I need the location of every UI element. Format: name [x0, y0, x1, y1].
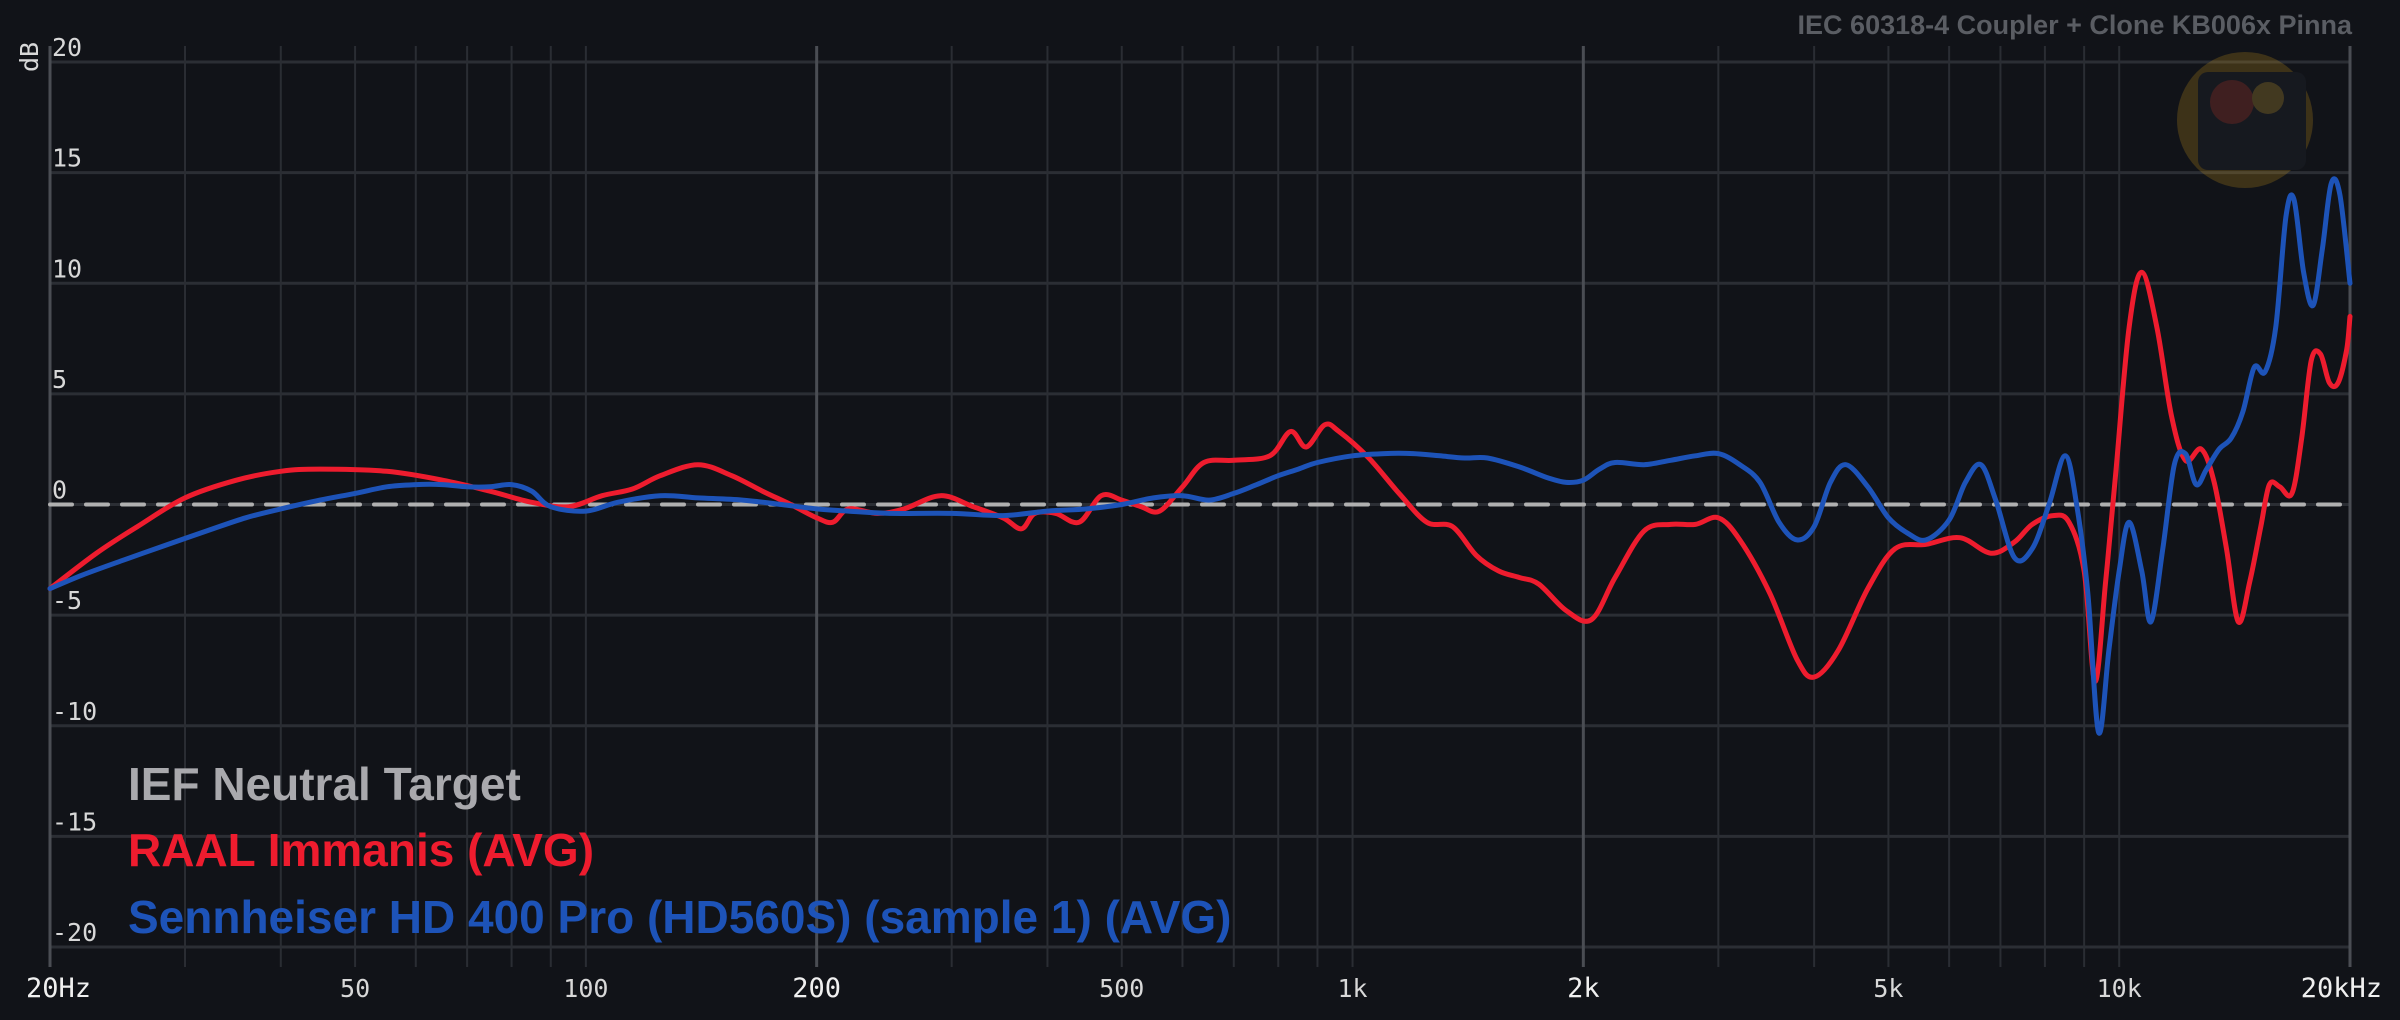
y-tick-label: 0: [52, 476, 67, 505]
chart-canvas: 20151050-5-10-15-20 20Hz 50 100 200 500 1k 2k 5…: [15, 10, 2382, 1004]
y-tick-label: -10: [52, 697, 97, 726]
x-tick-label: 5k: [1873, 974, 1903, 1003]
legend-item-raal: RAAL Immanis (AVG): [128, 824, 594, 876]
y-axis-ticks: 20 15 10 5 0 -5 -10 -15 -20: [52, 33, 97, 947]
y-tick-label: -20: [52, 918, 97, 947]
raal-immanis-line: [47, 269, 2353, 685]
y-tick-label: -5: [52, 586, 82, 615]
x-tick-label: 1k: [1337, 974, 1367, 1003]
y-tick-label: 15: [52, 144, 82, 173]
legend-item-target: IEF Neutral Target: [128, 758, 521, 810]
x-tick-label: 2k: [1567, 973, 1600, 1004]
y-axis-label: dB: [15, 42, 44, 72]
legend: IEF Neutral Target RAAL Immanis (AVG) Se…: [128, 758, 1231, 943]
x-tick-label: 500: [1099, 974, 1144, 1003]
x-axis-ticks: 20Hz 50 100 200 500 1k 2k 5k 10k 20kHz: [26, 973, 2382, 1004]
x-tick-label: 50: [340, 974, 370, 1003]
y-tick-label: 20: [52, 33, 82, 62]
x-tick-label: 10k: [2097, 974, 2142, 1003]
frequency-response-chart: 20 15 10 5 0 -5 -10 -15 -20 20Hz 50 100 200 500 1k 2k 5…: [0, 0, 2400, 1020]
y-tick-label: 5: [52, 365, 67, 394]
x-tick-label: 100: [563, 974, 608, 1003]
avatar-logo-icon: [2177, 52, 2313, 188]
rig-label: IEC 60318-4 Coupler + Clone KB006x Pinna: [1798, 10, 2353, 40]
y-tick-label: -15: [52, 807, 97, 836]
x-tick-label: 200: [792, 973, 841, 1004]
sennheiser-hd400pro-line: [47, 176, 2353, 736]
x-tick-label: 20kHz: [2301, 973, 2382, 1004]
series-lines: [47, 176, 2353, 736]
y-tick-label: 10: [52, 254, 82, 283]
legend-item-sennheiser: Sennheiser HD 400 Pro (HD560S) (sample 1…: [128, 891, 1231, 943]
x-tick-label: 20Hz: [26, 973, 91, 1004]
